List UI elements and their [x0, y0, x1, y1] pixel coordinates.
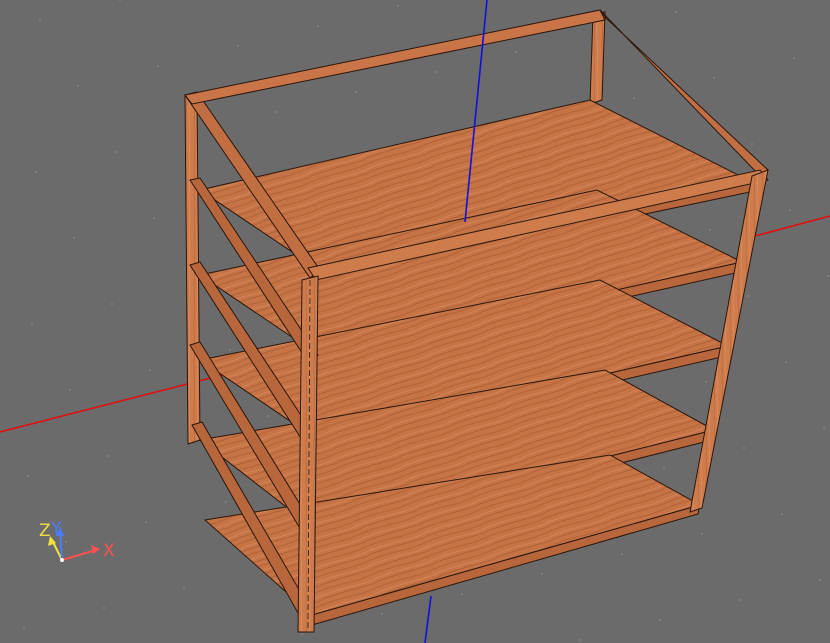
grid-dot: [237, 45, 239, 47]
grid-dot: [153, 217, 155, 219]
z-axis-line-bottom: [424, 595, 432, 643]
grid-dot: [145, 521, 147, 523]
grid-dot: [819, 579, 821, 581]
scene-canvas[interactable]: X Z Y: [0, 0, 830, 643]
grid-dot: [23, 627, 25, 629]
grid-dot: [381, 613, 383, 615]
grid-dot: [31, 323, 33, 325]
grid-dot: [541, 573, 543, 575]
grid-dot: [709, 229, 711, 231]
grid-dot: [781, 513, 783, 515]
triad-x-label: X: [103, 541, 115, 561]
grid-dot: [435, 71, 437, 73]
x-axis-line: [0, 369, 243, 433]
grid-dot: [397, 5, 399, 7]
grid-dot: [157, 65, 159, 67]
grid-dot: [119, 0, 121, 1]
grid-dot: [317, 25, 319, 27]
grid-dot: [579, 639, 581, 641]
grid-dot: [27, 475, 29, 477]
triad-origin-icon: [60, 558, 64, 562]
3d-viewport[interactable]: X Z Y: [0, 0, 830, 643]
grid-dot: [73, 237, 75, 239]
triad-x-arrow-icon: [91, 545, 100, 554]
grid-dot: [743, 447, 745, 449]
grid-dot: [747, 295, 749, 297]
grid-dot: [751, 143, 753, 145]
grid-dot: [793, 57, 795, 59]
grid-dot: [229, 349, 231, 351]
grid-dot: [115, 151, 117, 153]
triad-y-label: Y: [50, 519, 62, 539]
grid-dot: [461, 593, 463, 595]
grid-dot: [111, 303, 113, 305]
grid-dot: [659, 619, 661, 621]
grid-dot: [69, 389, 71, 391]
triad-z-label: Z: [39, 521, 51, 541]
grid-dot: [785, 361, 787, 363]
grid-dot: [35, 171, 37, 173]
grid-dot: [355, 91, 357, 93]
grid-dot: [827, 275, 829, 277]
grid-dot: [621, 553, 623, 555]
grid-dot: [183, 587, 185, 589]
grid-dot: [225, 501, 227, 503]
grid-dot: [823, 427, 825, 429]
grid-dot: [713, 77, 715, 79]
grid-dot: [789, 209, 791, 211]
grid-dot: [301, 633, 303, 635]
grid-dot: [675, 11, 677, 13]
grid-dot: [633, 97, 635, 99]
grid-dot: [65, 541, 67, 543]
grid-dot: [663, 467, 665, 469]
grid-dot: [267, 415, 269, 417]
grid-dot: [701, 533, 703, 535]
grid-dot: [107, 455, 109, 457]
triad-x-line: [61, 549, 97, 561]
grid-dot: [149, 369, 151, 371]
post-back-right: [589, 11, 606, 105]
grid-dot: [705, 381, 707, 383]
grid-dot: [515, 51, 517, 53]
grid-dot: [739, 599, 741, 601]
grid-dot: [275, 111, 277, 113]
grid-dot: [103, 607, 105, 609]
grid-dot: [39, 19, 41, 21]
axis-triad[interactable]: X Z Y: [39, 519, 115, 562]
rail-top-back: [184, 9, 606, 105]
grid-dot: [77, 85, 79, 87]
